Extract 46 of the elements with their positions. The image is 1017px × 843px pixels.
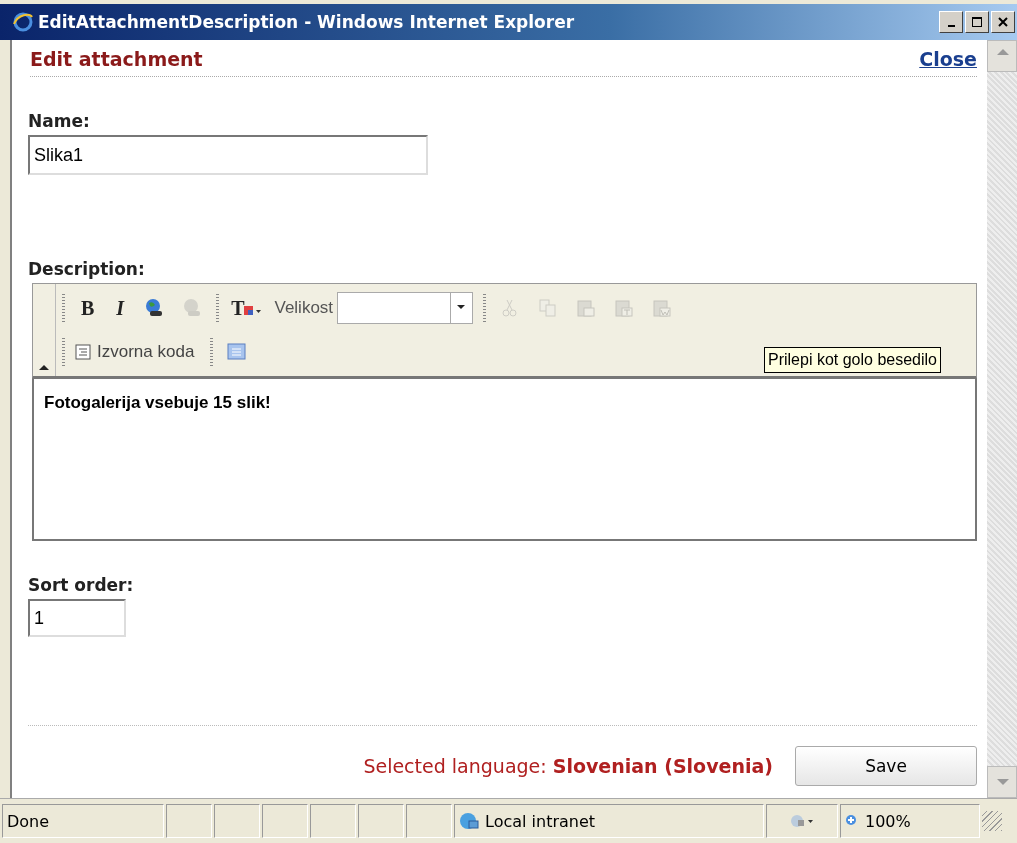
network-icon [459, 812, 479, 830]
status-panel [214, 804, 260, 838]
text-color-button[interactable]: T [229, 298, 265, 318]
field-label: Description: [28, 259, 146, 279]
status-text: Done [2, 804, 164, 838]
scrollbar[interactable] [987, 40, 1017, 798]
globe-link-icon[interactable] [144, 298, 165, 318]
save-button[interactable]: Save [795, 746, 977, 786]
status-panel [310, 804, 356, 838]
zone-label: Local intranet [485, 811, 596, 831]
template-icon[interactable] [227, 342, 248, 362]
maximize-button[interactable] [965, 11, 989, 33]
minimize-icon [947, 25, 955, 27]
status-panel [406, 804, 452, 838]
italic-button[interactable]: I [110, 296, 131, 320]
maximize-icon [972, 17, 982, 27]
status-panel [166, 804, 212, 838]
close-button[interactable] [991, 11, 1015, 33]
minimize-button[interactable] [939, 11, 963, 33]
browser-logo-icon [12, 11, 34, 33]
selected-language-text: Selected language: Slovenian (Slovenia) [363, 755, 773, 777]
field-label: Sort order: [28, 575, 135, 595]
scroll-down-button[interactable] [987, 766, 1017, 798]
tooltip: Prilepi kot golo besedilo [764, 347, 941, 373]
zoom-button[interactable]: 100% [840, 804, 980, 838]
font-size-label: Velikost [274, 298, 334, 318]
status-panel [262, 804, 308, 838]
zoom-icon [845, 814, 859, 828]
name-input-field[interactable]: Slika1 [28, 135, 428, 175]
field-label: Name: [28, 111, 91, 131]
close-link[interactable]: Close [919, 48, 977, 70]
bold-button[interactable]: B [75, 296, 101, 320]
resize-grip-icon[interactable] [982, 811, 1002, 831]
editor-text-area[interactable]: Fotogalerija vsebuje 15 slik! [32, 379, 977, 541]
sort-order-input-field[interactable]: 1 [28, 599, 126, 637]
source-code-button[interactable]: Izvorna koda [75, 342, 201, 362]
status-panel [358, 804, 404, 838]
scroll-up-button[interactable] [987, 40, 1017, 72]
window-title: EditAttachmentDescription - Windows Internet Explorer [38, 12, 576, 32]
globe-lock-icon [790, 813, 814, 829]
color-swatch-caret-icon [244, 304, 263, 318]
close-icon [998, 17, 1008, 27]
page-heading: Edit attachment [30, 48, 203, 70]
document-icon [75, 344, 91, 360]
font-size-dropdown[interactable] [337, 292, 474, 324]
protected-mode-button[interactable] [766, 804, 838, 838]
